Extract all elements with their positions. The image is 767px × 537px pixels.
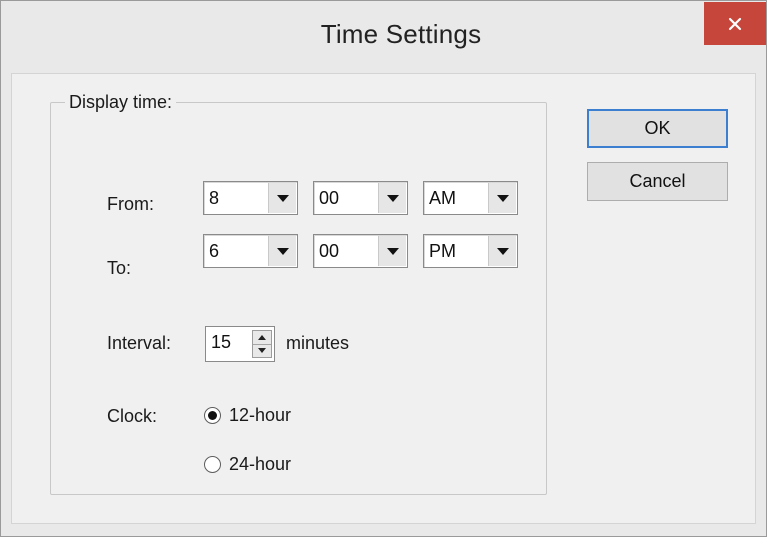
spin-up-icon[interactable] (253, 331, 271, 345)
to-minute-select[interactable]: 00 (313, 234, 408, 268)
close-button[interactable] (704, 2, 766, 45)
chevron-down-icon[interactable] (378, 183, 406, 213)
display-time-label: Display time: (65, 92, 177, 113)
interval-spinner[interactable]: 15 (205, 326, 275, 362)
to-hour-value: 6 (209, 241, 220, 261)
to-label: To: (107, 258, 132, 278)
clock-24-hour-radio[interactable]: 24-hour (204, 454, 291, 475)
time-settings-dialog: Time Settings Display time: From: 8 00 A… (0, 0, 767, 537)
ok-button[interactable]: OK (587, 109, 728, 148)
chevron-down-icon[interactable] (268, 183, 296, 213)
clock-12-hour-label: 12-hour (229, 405, 292, 425)
from-hour-select[interactable]: 8 (203, 181, 298, 215)
to-ampm-value: PM (429, 241, 456, 261)
chevron-down-icon[interactable] (268, 236, 296, 266)
from-minute-select[interactable]: 00 (313, 181, 408, 215)
close-icon (728, 17, 742, 30)
interval-unit-label: minutes (286, 333, 350, 353)
spin-down-icon[interactable] (253, 344, 271, 357)
cancel-button[interactable]: Cancel (587, 162, 728, 201)
clock-12-hour-radio[interactable]: 12-hour (204, 405, 291, 426)
radio-unselected-icon (204, 456, 221, 473)
from-ampm-select[interactable]: AM (423, 181, 518, 215)
clock-label: Clock: (107, 406, 158, 426)
to-minute-value: 00 (319, 241, 340, 261)
display-time-group: Display time: From: 8 00 AM To: 6 00 PM … (50, 92, 547, 495)
window-title: Time Settings (320, 19, 482, 49)
from-ampm-value: AM (429, 188, 456, 208)
radio-selected-icon (204, 407, 221, 424)
from-label: From: (107, 194, 154, 214)
from-minute-value: 00 (319, 188, 340, 208)
clock-24-hour-label: 24-hour (229, 454, 292, 474)
interval-label: Interval: (107, 333, 172, 353)
to-hour-select[interactable]: 6 (203, 234, 298, 268)
interval-value: 15 (211, 332, 232, 352)
chevron-down-icon[interactable] (488, 236, 516, 266)
chevron-down-icon[interactable] (378, 236, 406, 266)
title-bar[interactable]: Time Settings (1, 1, 766, 73)
chevron-down-icon[interactable] (488, 183, 516, 213)
to-ampm-select[interactable]: PM (423, 234, 518, 268)
interval-spin-buttons (252, 330, 272, 358)
from-hour-value: 8 (209, 188, 220, 208)
dialog-body: Display time: From: 8 00 AM To: 6 00 PM … (11, 73, 756, 524)
